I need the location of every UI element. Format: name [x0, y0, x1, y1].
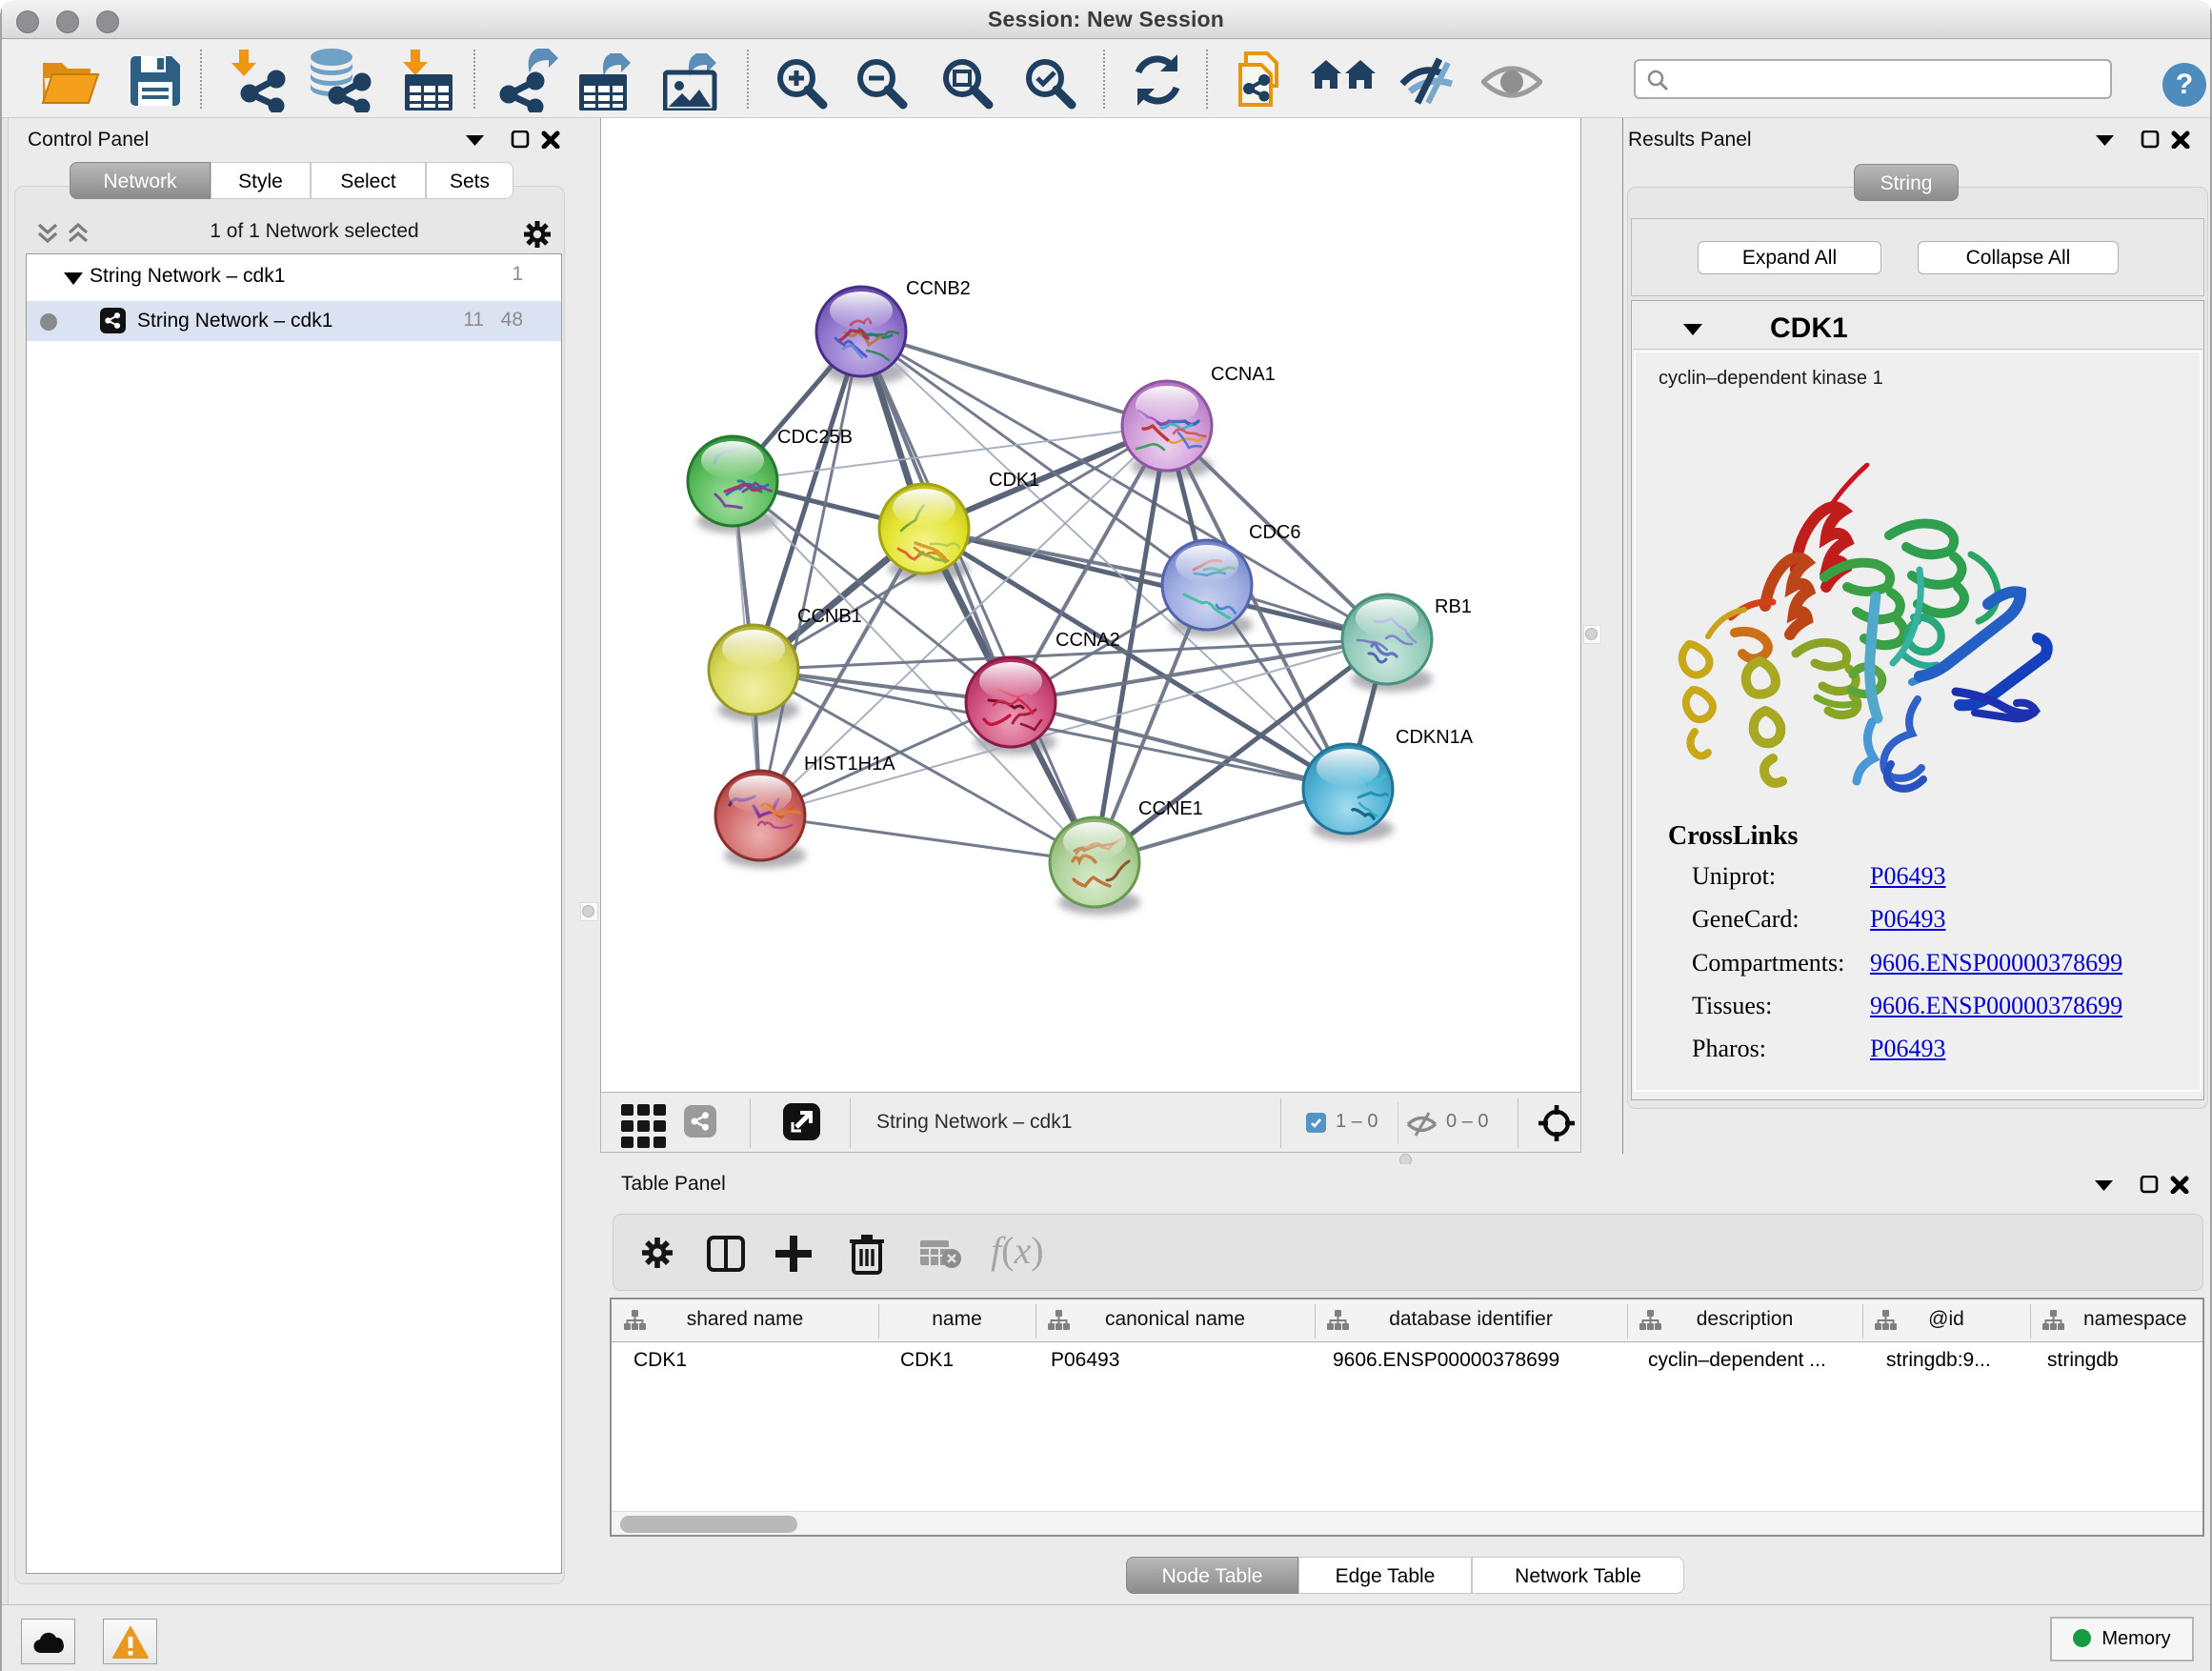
- svg-text:CCNA1: CCNA1: [1211, 364, 1276, 385]
- svg-text:CDC25B: CDC25B: [777, 427, 853, 448]
- svg-text:CCNB2: CCNB2: [906, 278, 971, 299]
- svg-text:CDKN1A: CDKN1A: [1396, 727, 1474, 748]
- svg-text:HIST1H1A: HIST1H1A: [804, 754, 895, 775]
- svg-text:CCNA2: CCNA2: [1056, 630, 1120, 651]
- svg-text:CDC6: CDC6: [1249, 522, 1300, 543]
- svg-text:CCNE1: CCNE1: [1138, 798, 1203, 819]
- svg-text:CCNB1: CCNB1: [797, 606, 862, 627]
- svg-text:RB1: RB1: [1435, 596, 1472, 617]
- svg-text:CDK1: CDK1: [989, 470, 1039, 491]
